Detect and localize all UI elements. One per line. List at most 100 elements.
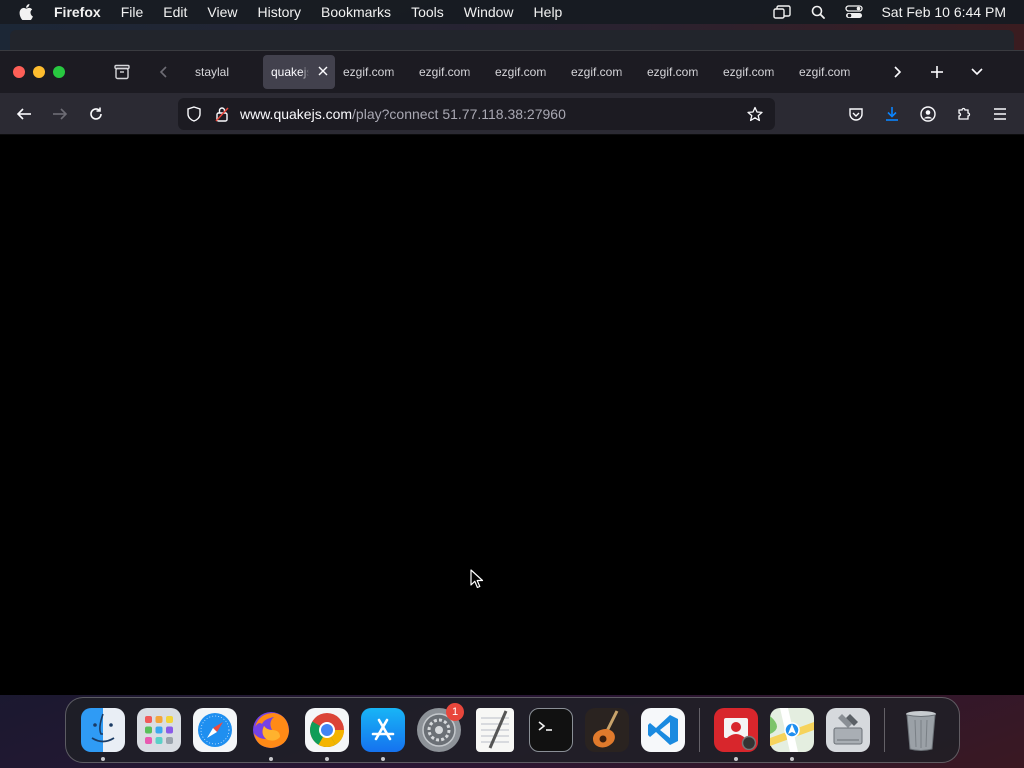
- list-all-tabs-button[interactable]: [960, 57, 994, 87]
- finder-icon: [81, 708, 125, 752]
- window-controls: [13, 66, 65, 78]
- url-text[interactable]: www.quakejs.com/play?connect 51.77.118.3…: [240, 106, 566, 122]
- dock: 1: [65, 697, 960, 763]
- tab-title: ezgif.com: [571, 65, 623, 79]
- tab-title: ezgif.com: [343, 65, 395, 79]
- tab-title: ezgif.com: [647, 65, 699, 79]
- dock-firefox[interactable]: [243, 702, 299, 761]
- textedit-icon: [476, 708, 514, 752]
- screen-mirroring-icon[interactable]: [773, 4, 792, 20]
- tab-active[interactable]: quakejs: [263, 55, 335, 89]
- account-icon: [920, 106, 936, 122]
- control-center-icon[interactable]: [845, 4, 864, 20]
- dock-launchpad[interactable]: [131, 702, 187, 758]
- puzzle-piece-icon: [958, 107, 971, 120]
- tab[interactable]: staylal: [187, 55, 263, 89]
- dock-photo-booth[interactable]: [708, 702, 764, 761]
- downloads-button[interactable]: [876, 98, 908, 130]
- url-host: www.quakejs.com: [240, 106, 353, 122]
- close-tab-icon[interactable]: [317, 65, 329, 77]
- spotlight-search-icon[interactable]: [809, 4, 827, 20]
- url-path: /play?connect 51.77.118.38:27960: [352, 106, 566, 122]
- tab-title: ezgif.com: [799, 65, 851, 79]
- reload-icon: [90, 107, 102, 120]
- dock-trash[interactable]: [893, 702, 949, 758]
- menu-edit[interactable]: Edit: [153, 4, 197, 20]
- hamburger-menu-icon: [994, 108, 1006, 120]
- firefox-view-icon: [114, 64, 130, 80]
- disk-utility-icon: [826, 708, 870, 752]
- running-indicator: [381, 757, 385, 761]
- tab[interactable]: ezgif.com: [563, 55, 639, 89]
- menu-bookmarks[interactable]: Bookmarks: [311, 4, 401, 20]
- forward-button[interactable]: [44, 98, 76, 130]
- zoom-window-button[interactable]: [53, 66, 65, 78]
- page-content-canvas[interactable]: [0, 135, 1024, 695]
- menu-file[interactable]: File: [111, 4, 154, 20]
- dock-garageband[interactable]: [579, 702, 635, 758]
- dock-app-store[interactable]: [355, 702, 411, 761]
- close-window-button[interactable]: [13, 66, 25, 78]
- bookmark-star-icon[interactable]: [741, 98, 769, 130]
- dock-safari[interactable]: [187, 702, 243, 758]
- dock-vscode[interactable]: [635, 702, 691, 758]
- app-menu-button[interactable]: [984, 98, 1016, 130]
- running-indicator: [325, 757, 329, 761]
- account-button[interactable]: [912, 98, 944, 130]
- garageband-icon: [585, 708, 629, 752]
- dock-finder[interactable]: [75, 702, 131, 761]
- back-button[interactable]: [8, 98, 40, 130]
- running-indicator: [790, 757, 794, 761]
- running-indicator: [269, 757, 273, 761]
- tab-strip: staylal quakejs ezgif.com ezgif.com ezgi…: [0, 51, 1024, 93]
- menu-history[interactable]: History: [247, 4, 311, 20]
- tracking-protection-shield-icon[interactable]: [180, 98, 208, 130]
- tab[interactable]: ezgif.com: [335, 55, 411, 89]
- tab[interactable]: ezgif.com: [715, 55, 791, 89]
- dock-disk-utility[interactable]: [820, 702, 876, 758]
- download-icon: [886, 107, 898, 121]
- menubar-clock[interactable]: Sat Feb 10 6:44 PM: [881, 4, 1006, 20]
- minimize-window-button[interactable]: [33, 66, 45, 78]
- apple-menu-icon[interactable]: [0, 4, 36, 20]
- dock-maps[interactable]: [764, 702, 820, 761]
- forward-arrow-icon: [53, 107, 68, 120]
- menu-app-name[interactable]: Firefox: [44, 4, 111, 20]
- menu-view[interactable]: View: [197, 4, 247, 20]
- running-indicator: [734, 757, 738, 761]
- tab-title: quakejs: [271, 65, 309, 79]
- reload-button[interactable]: [80, 98, 112, 130]
- menu-window[interactable]: Window: [454, 4, 524, 20]
- app-store-icon: [361, 708, 405, 752]
- tab-title: staylal: [195, 65, 230, 79]
- address-bar[interactable]: www.quakejs.com/play?connect 51.77.118.3…: [178, 98, 775, 130]
- scroll-tabs-left-button[interactable]: [147, 57, 181, 87]
- tab-title: ezgif.com: [495, 65, 547, 79]
- insecure-lock-icon[interactable]: [208, 98, 236, 130]
- firefox-view-button[interactable]: [105, 57, 139, 87]
- menu-tools[interactable]: Tools: [401, 4, 454, 20]
- scroll-tabs-right-button[interactable]: [880, 57, 914, 87]
- dock-textedit[interactable]: [467, 702, 523, 758]
- chevron-right-icon: [894, 66, 902, 78]
- extensions-button[interactable]: [948, 98, 980, 130]
- pocket-button[interactable]: [840, 98, 872, 130]
- dock-system-settings[interactable]: 1: [411, 702, 467, 758]
- tab[interactable]: ezgif.com: [639, 55, 715, 89]
- dock-chrome[interactable]: [299, 702, 355, 761]
- running-indicator: [101, 757, 105, 761]
- dock-separator: [699, 708, 700, 752]
- system-settings-icon: 1: [417, 703, 464, 752]
- back-arrow-icon: [16, 107, 31, 120]
- firefox-icon: [249, 708, 293, 752]
- mouse-pointer-icon: [470, 569, 484, 589]
- tab[interactable]: ezgif.com: [791, 55, 867, 89]
- tab[interactable]: ezgif.com: [487, 55, 563, 89]
- tab[interactable]: ezgif.com: [411, 55, 487, 89]
- dock-terminal[interactable]: [523, 702, 579, 758]
- menu-help[interactable]: Help: [524, 4, 573, 20]
- terminal-icon: [529, 708, 573, 752]
- photo-booth-icon: [714, 708, 758, 752]
- new-tab-button[interactable]: [920, 57, 954, 87]
- chevron-down-icon: [971, 68, 983, 76]
